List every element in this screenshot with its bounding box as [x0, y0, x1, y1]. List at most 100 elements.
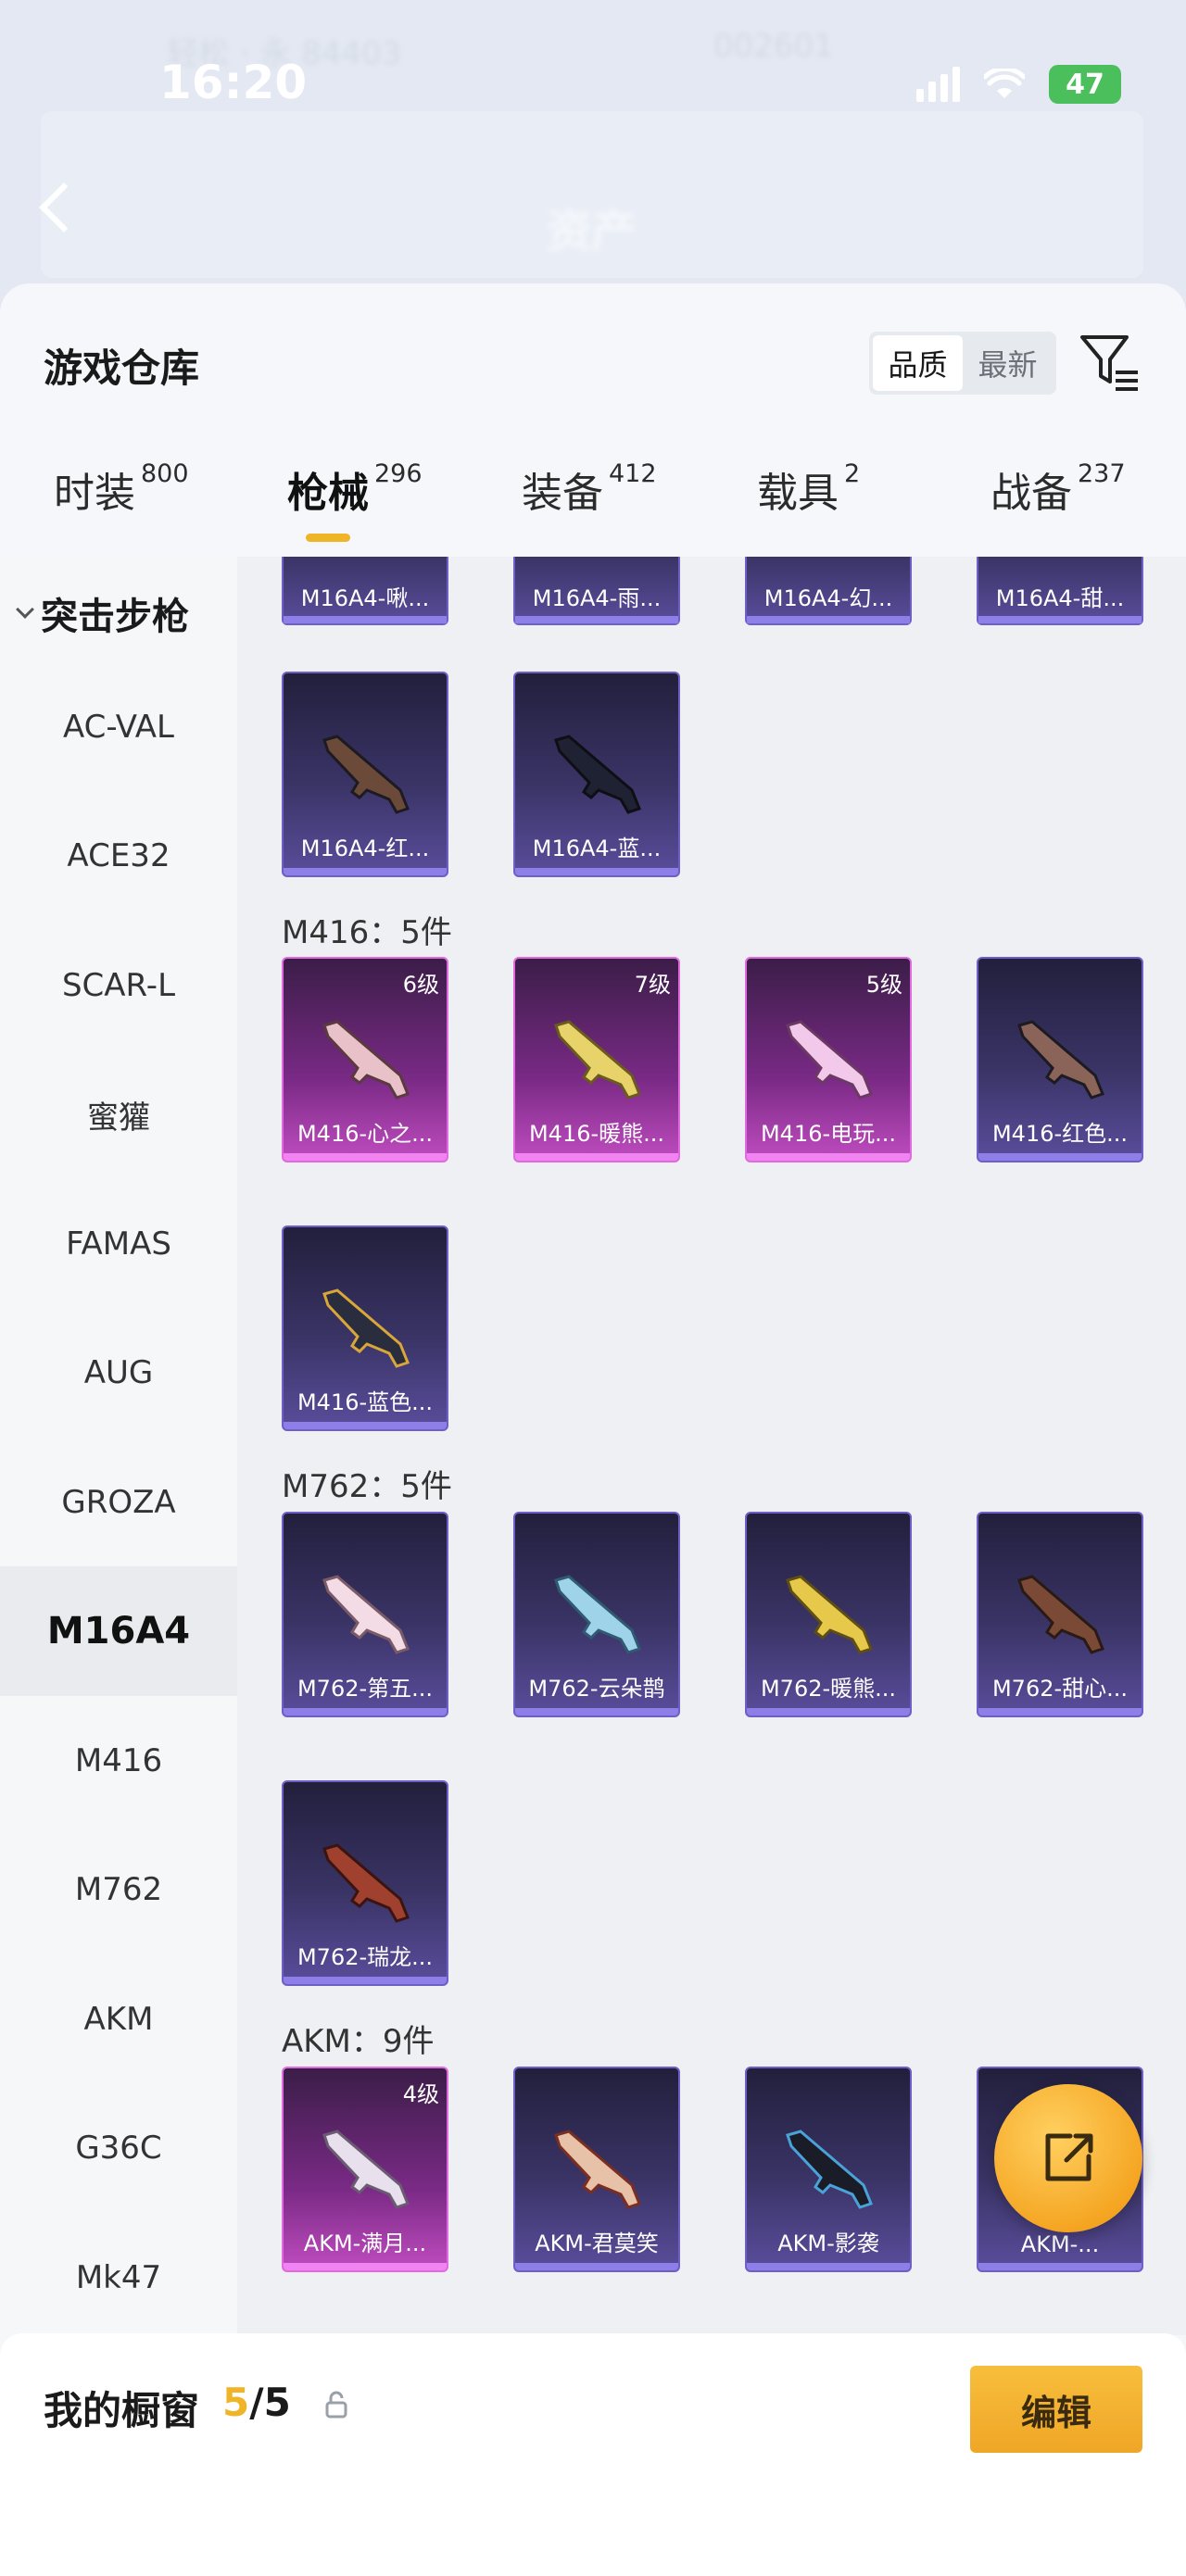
tab-count: 800 [141, 459, 189, 488]
tab-label: 战备 [990, 470, 1072, 517]
lock-icon [325, 2391, 347, 2419]
weapon-card[interactable]: M16A4-红... [282, 672, 448, 877]
weapon-card-label: AKM-满月... [303, 2230, 427, 2256]
weapon-card-label: M416-心之... [296, 1121, 434, 1147]
page-header-title: 资产 [547, 206, 637, 258]
weapon-card[interactable]: AKM-君莫笑 [513, 2067, 680, 2272]
rifle-icon [322, 1020, 410, 1100]
weapon-card[interactable]: M416-红色... [977, 957, 1143, 1162]
status-icons: 47 [916, 65, 1121, 104]
tab-label: 装备 [522, 470, 603, 517]
sidebar-item-aug[interactable]: AUG [0, 1308, 237, 1438]
sidebar-item-honey-badger[interactable]: 蜜獾 [0, 1049, 237, 1179]
tab-guns[interactable]: 枪械 296 [287, 459, 423, 519]
weapon-card[interactable]: 7级 M416-暖熊... [513, 957, 680, 1162]
weapon-card-label: M762-云朵鹊 [528, 1676, 665, 1702]
tab-label: 枪械 [287, 470, 369, 517]
weapon-card[interactable]: M416-蓝色... [282, 1225, 448, 1431]
sort-newest-button[interactable]: 最新 [963, 335, 1053, 391]
rifle-icon [322, 735, 410, 814]
weapon-card[interactable]: M762-瑞龙... [282, 1780, 448, 1986]
sidebar-item-m16a4[interactable]: M16A4 [0, 1566, 237, 1696]
sheet-header: 游戏仓库 品质 最新 时装 800 枪械 296 装备 412 载具 2 战备 … [0, 283, 1186, 557]
sidebar-item-ace32[interactable]: ACE32 [0, 791, 237, 921]
weapon-card-label: M762-暖熊... [760, 1676, 897, 1702]
rifle-icon [786, 1020, 873, 1100]
rifle-icon [322, 1843, 410, 1923]
sidebar-group-assault-rifles[interactable]: 突击步枪 [16, 586, 189, 640]
weapon-card[interactable]: AKM-影袭 [745, 2067, 912, 2272]
signal-icon [916, 67, 960, 102]
weapon-card[interactable]: 5级 M416-电玩... [745, 957, 912, 1162]
tab-label: 载具 [757, 470, 839, 517]
tab-count: 2 [844, 459, 861, 488]
sidebar-item-scar-l[interactable]: SCAR-L [0, 921, 237, 1050]
sort-quality-button[interactable]: 品质 [873, 335, 963, 391]
sidebar-item-ac-val[interactable]: AC-VAL [0, 662, 237, 792]
weapon-card[interactable]: M762-甜心... [977, 1512, 1143, 1717]
weapon-card-label: AKM-君莫笑 [535, 2230, 659, 2256]
rifle-icon [786, 1575, 873, 1654]
level-badge: 7级 [634, 972, 671, 998]
level-badge: 6级 [402, 972, 439, 998]
tab-gear[interactable]: 战备 237 [990, 459, 1126, 519]
weapon-card-label: M416-暖熊... [528, 1121, 665, 1147]
weapon-card-label: AKM-影袭 [777, 2230, 879, 2256]
tab-label: 时装 [54, 470, 135, 517]
showcase-label: 我的橱窗 [44, 2388, 200, 2433]
status-time: 16:20 [159, 56, 308, 109]
weapon-card[interactable]: M16A4-啾... [282, 557, 448, 625]
active-tab-indicator [306, 534, 350, 542]
sidebar-item-g36c[interactable]: G36C [0, 2083, 237, 2213]
section-header-m762: M762：5件 [282, 1468, 452, 1505]
weapon-card[interactable]: 6级 M416-心之... [282, 957, 448, 1162]
weapon-card-label: M416-蓝色... [296, 1389, 434, 1415]
share-icon [1045, 2133, 1093, 2181]
weapon-card[interactable]: M762-云朵鹊 [513, 1512, 680, 1717]
weapon-type-sidebar: 突击步枪 AC-VAL ACE32 SCAR-L 蜜獾 FAMAS AUG GR… [0, 557, 237, 2576]
sidebar-item-groza[interactable]: GROZA [0, 1438, 237, 1567]
section-header-m416: M416：5件 [282, 914, 452, 951]
sidebar-item-m416[interactable]: M416 [0, 1696, 237, 1826]
weapon-card-label: M762-甜心... [991, 1676, 1129, 1702]
sidebar-item-m762[interactable]: M762 [0, 1825, 237, 1954]
sidebar-item-akm[interactable]: AKM [0, 1954, 237, 2084]
weapon-card[interactable]: M16A4-幻... [745, 557, 912, 625]
share-fab-button[interactable] [994, 2084, 1142, 2232]
tab-count: 412 [609, 459, 657, 488]
showcase-total: /5 [249, 2380, 291, 2425]
weapon-card-label: M16A4-幻... [763, 585, 893, 611]
sheet-title: 游戏仓库 [44, 346, 200, 391]
tab-vehicles[interactable]: 载具 2 [757, 459, 860, 519]
rifle-icon [554, 735, 641, 814]
rifle-icon [786, 2130, 873, 2209]
weapon-card[interactable]: 4级 AKM-满月... [282, 2067, 448, 2272]
weapon-card[interactable]: M16A4-甜... [977, 557, 1143, 625]
tab-fashion[interactable]: 时装 800 [54, 459, 189, 519]
battery-indicator: 47 [1049, 65, 1121, 104]
chevron-down-icon [16, 600, 34, 619]
section-header-akm: AKM：9件 [282, 2023, 435, 2060]
sidebar-item-mk47[interactable]: Mk47 [0, 2213, 237, 2343]
rifle-icon [554, 2130, 641, 2209]
sort-toggle: 品质 最新 [869, 332, 1056, 395]
weapon-grid: M16A4-啾... M16A4-雨... M16A4-幻... M16A4-甜… [237, 557, 1186, 2335]
rifle-icon [322, 2130, 410, 2209]
weapon-card[interactable]: M16A4-雨... [513, 557, 680, 625]
weapon-card-label: M16A4-甜... [995, 585, 1125, 611]
weapon-card[interactable]: M16A4-蓝... [513, 672, 680, 877]
warehouse-sheet: 游戏仓库 品质 最新 时装 800 枪械 296 装备 412 载具 2 战备 … [0, 283, 1186, 2576]
showcase-bar: 我的橱窗 5/5 编辑 [0, 2333, 1186, 2576]
weapon-card-label: M416-红色... [991, 1121, 1129, 1147]
rifle-icon [1017, 1575, 1104, 1654]
tab-equipment[interactable]: 装备 412 [522, 459, 657, 519]
sidebar-group-label: 突击步枪 [41, 596, 189, 638]
sidebar-item-famas[interactable]: FAMAS [0, 1179, 237, 1309]
weapon-card[interactable]: M762-暖熊... [745, 1512, 912, 1717]
edit-showcase-button[interactable]: 编辑 [970, 2366, 1142, 2453]
weapon-card-label: M762-第五... [296, 1676, 434, 1702]
faded-status-text-right: 002601 [713, 28, 834, 65]
filter-icon[interactable] [1075, 328, 1143, 396]
weapon-card-label: M16A4-蓝... [532, 836, 662, 861]
weapon-card[interactable]: M762-第五... [282, 1512, 448, 1717]
